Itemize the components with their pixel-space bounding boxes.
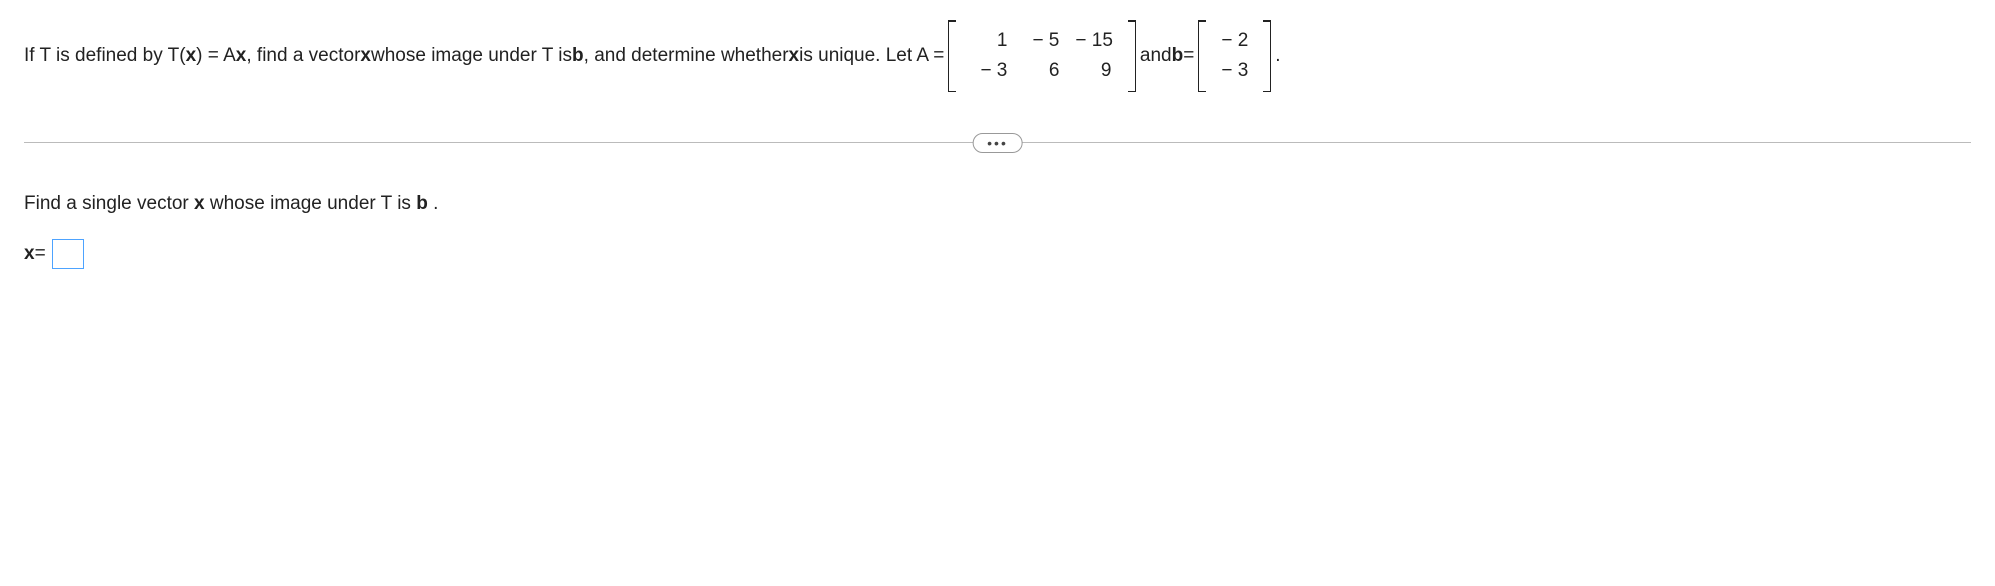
bracket-right-icon [1262,20,1271,92]
prompt-text: Find a single vector [24,193,194,214]
answer-input-row: x = [24,239,1971,269]
answer-label-x: x [24,243,35,265]
var-x: x [360,45,371,67]
text-mid3: whose image under T is [371,45,572,67]
answer-label-eq: = [35,243,46,265]
var-b: b [1172,45,1184,67]
text-mid5: is unique. Let A = [799,45,944,67]
expand-button[interactable]: ••• [972,133,1023,153]
var-x: x [194,193,205,214]
answer-input[interactable] [52,239,84,269]
text-and: and [1140,45,1172,67]
var-x: x [789,45,800,67]
prompt-text: whose image under T is [210,193,416,214]
bracket-left-icon [948,20,957,92]
text-mid4: , and determine whether [584,45,789,67]
var-b: b [416,193,428,214]
answer-section: Find a single vector x whose image under… [24,193,1971,269]
var-b: b [572,45,584,67]
matrix-a: 1 − 5 − 15 − 3 6 9 [948,20,1136,92]
text-period: . [1275,45,1280,67]
prompt-text: . [433,193,438,214]
ellipsis-icon: ••• [987,135,1008,151]
var-x: x [236,45,247,67]
var-x: x [186,45,197,67]
matrix-a-cell: − 15 [1067,26,1121,56]
text-mid2: , find a vector [246,45,360,67]
bracket-right-icon [1127,20,1136,92]
matrix-a-cell: − 5 [1015,26,1067,56]
bracket-left-icon [1198,20,1207,92]
matrix-a-cell: 6 [1015,56,1067,86]
matrix-b: − 2 − 3 [1198,20,1271,92]
answer-prompt: Find a single vector x whose image under… [24,193,1971,215]
matrix-a-cell: − 3 [963,56,1015,86]
matrix-b-cell: − 2 [1213,26,1256,56]
text-prefix: If T is defined by T( [24,45,186,67]
matrix-a-cell: 9 [1067,56,1119,86]
problem-statement: If T is defined by T( x ) = A x , find a… [24,20,1971,92]
text-eq: = [1183,45,1194,67]
section-divider: ••• [24,142,1971,143]
matrix-b-cell: − 3 [1213,56,1256,86]
matrix-a-cell: 1 [963,26,1015,56]
text-mid1: ) = A [196,45,236,67]
